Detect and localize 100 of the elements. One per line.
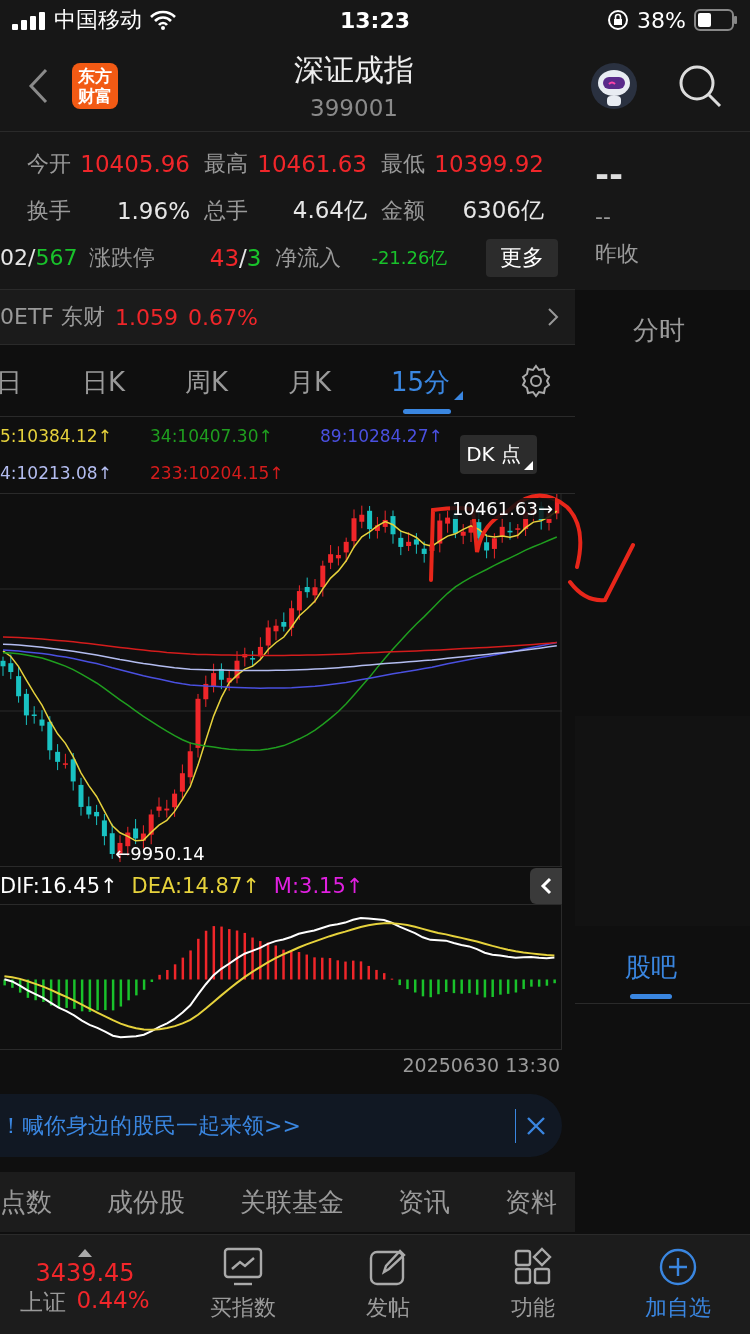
collapse-button[interactable] <box>530 868 562 904</box>
stat-value: -21.26亿 <box>370 245 448 270</box>
macd-bar <box>545 979 549 986</box>
low-price-label: ←9950.14 <box>115 843 205 864</box>
battery-percent: 38% <box>637 7 686 33</box>
macd-bar <box>189 950 192 980</box>
chevron-right-icon <box>547 307 559 327</box>
promo-banner[interactable]: ！喊你身边的股民一起来领>> <box>0 1094 562 1157</box>
clock: 13:23 <box>340 7 410 33</box>
carrier-name: 中国移动 <box>54 6 142 34</box>
macd-bar <box>65 979 68 1008</box>
section-tab[interactable]: 资料 <box>505 1184 557 1220</box>
macd-bar <box>290 951 293 980</box>
macd-bar <box>297 952 301 980</box>
section-tab[interactable]: 资讯 <box>398 1184 451 1220</box>
stat-label: 最低 <box>381 149 425 178</box>
stat-value: 6306亿 <box>461 196 544 225</box>
battery-icon <box>694 9 738 31</box>
macd-bar <box>398 979 401 986</box>
tab-bar-item[interactable]: 加自选 <box>605 1245 750 1324</box>
macd-value: M:3.15↑ <box>273 873 364 898</box>
macd-bar <box>282 949 285 980</box>
macd-bar <box>235 930 239 980</box>
macd-bar <box>444 979 448 992</box>
macd-bar <box>220 926 223 980</box>
moving-average-value: 233:10204.15↑ <box>150 462 285 483</box>
period-tab[interactable]: 日K <box>77 357 129 414</box>
macd-bar <box>506 979 510 994</box>
stat-value: 10399.92 <box>433 150 544 177</box>
moving-average-value: 5:10384.12↑ <box>0 425 113 446</box>
period-tab[interactable]: 周K <box>180 357 232 414</box>
macd-bar <box>421 979 425 997</box>
period-tab[interactable]: 日 <box>0 357 26 414</box>
index-ticker[interactable]: 3439.45 上证 0.44% <box>0 1251 170 1318</box>
index-title: 深证成指 <box>294 51 414 89</box>
high-price-label: 10461.63→ <box>450 498 555 519</box>
close-button[interactable] <box>515 1108 546 1143</box>
period-tab[interactable]: 15分 <box>386 357 468 414</box>
macd-bar <box>111 979 115 1011</box>
macd-bar <box>251 937 254 980</box>
dropdown-corner-icon <box>454 391 464 400</box>
macd-bar <box>266 942 270 980</box>
chart-timestamp: 20250630 13:30 <box>401 1053 561 1078</box>
period-tab[interactable]: 月K <box>283 357 335 414</box>
dk-point-button[interactable]: DK 点 <box>460 435 537 474</box>
macd-bar <box>514 979 518 993</box>
macd-bar <box>313 957 316 980</box>
macd-bar <box>197 938 200 980</box>
stat-label: 涨跌停 <box>89 243 156 272</box>
section-tab[interactable]: 关联基金 <box>239 1184 344 1220</box>
section-tab[interactable]: 成份股 <box>106 1184 185 1220</box>
macd-bar <box>359 961 363 980</box>
chevron-left-icon <box>540 877 552 895</box>
side-price: -- <box>595 153 625 194</box>
robot-avatar-icon[interactable] <box>590 61 638 110</box>
macd-bar <box>42 979 45 1002</box>
macd-bar <box>522 979 525 990</box>
macd-bar <box>530 979 533 987</box>
macd-bar <box>460 979 463 994</box>
macd-bar <box>212 926 216 980</box>
macd-bar <box>383 973 386 980</box>
search-icon[interactable] <box>678 63 722 108</box>
section-tab[interactable]: 点数 <box>0 1184 52 1220</box>
ticker-price: 3439.45 <box>35 1259 135 1287</box>
macd-bar <box>429 979 432 998</box>
macd-bar <box>406 979 409 990</box>
macd-bar <box>18 979 22 993</box>
grid-icon <box>512 1246 553 1287</box>
macd-bar <box>344 961 347 980</box>
macd-bar <box>305 954 308 980</box>
macd-bar <box>321 957 324 980</box>
macd-bar <box>328 958 332 980</box>
tab-bar-item[interactable]: 买指数 <box>170 1245 315 1324</box>
macd-bar <box>491 979 494 997</box>
macd-bar <box>352 960 355 980</box>
macd-bar <box>11 979 14 988</box>
macd-bar <box>166 970 169 980</box>
macd-bar <box>158 974 161 980</box>
ticker-change: 0.44% <box>76 1287 150 1315</box>
macd-bar <box>553 979 556 984</box>
ticker-name: 上证 <box>20 1288 67 1317</box>
macd-bar <box>57 979 61 1008</box>
tab-bar-item[interactable]: 发帖 <box>315 1245 460 1324</box>
stat-value: 1.96% <box>115 197 190 224</box>
close-icon <box>526 1115 546 1136</box>
stat-label: 总手 <box>204 196 248 225</box>
side-tab[interactable]: 股吧 <box>625 944 677 999</box>
more-button[interactable]: 更多 <box>486 238 558 277</box>
app-logo: 东方 财富 <box>72 62 118 109</box>
etf-row[interactable]: 0ETF 东财 1.059 0.67% <box>0 290 575 345</box>
macd-bar <box>127 979 130 1001</box>
macd-bar <box>204 930 208 980</box>
tab-bar-item[interactable]: 功能 <box>460 1245 605 1324</box>
back-icon[interactable] <box>28 67 48 104</box>
macd-bar <box>119 979 123 1007</box>
side-tab[interactable]: 分时 <box>633 307 685 362</box>
macd-bar <box>537 979 541 987</box>
stat-value: 43/3 <box>208 244 262 271</box>
macd-bar <box>26 979 30 998</box>
dropdown-corner-icon <box>524 461 533 470</box>
